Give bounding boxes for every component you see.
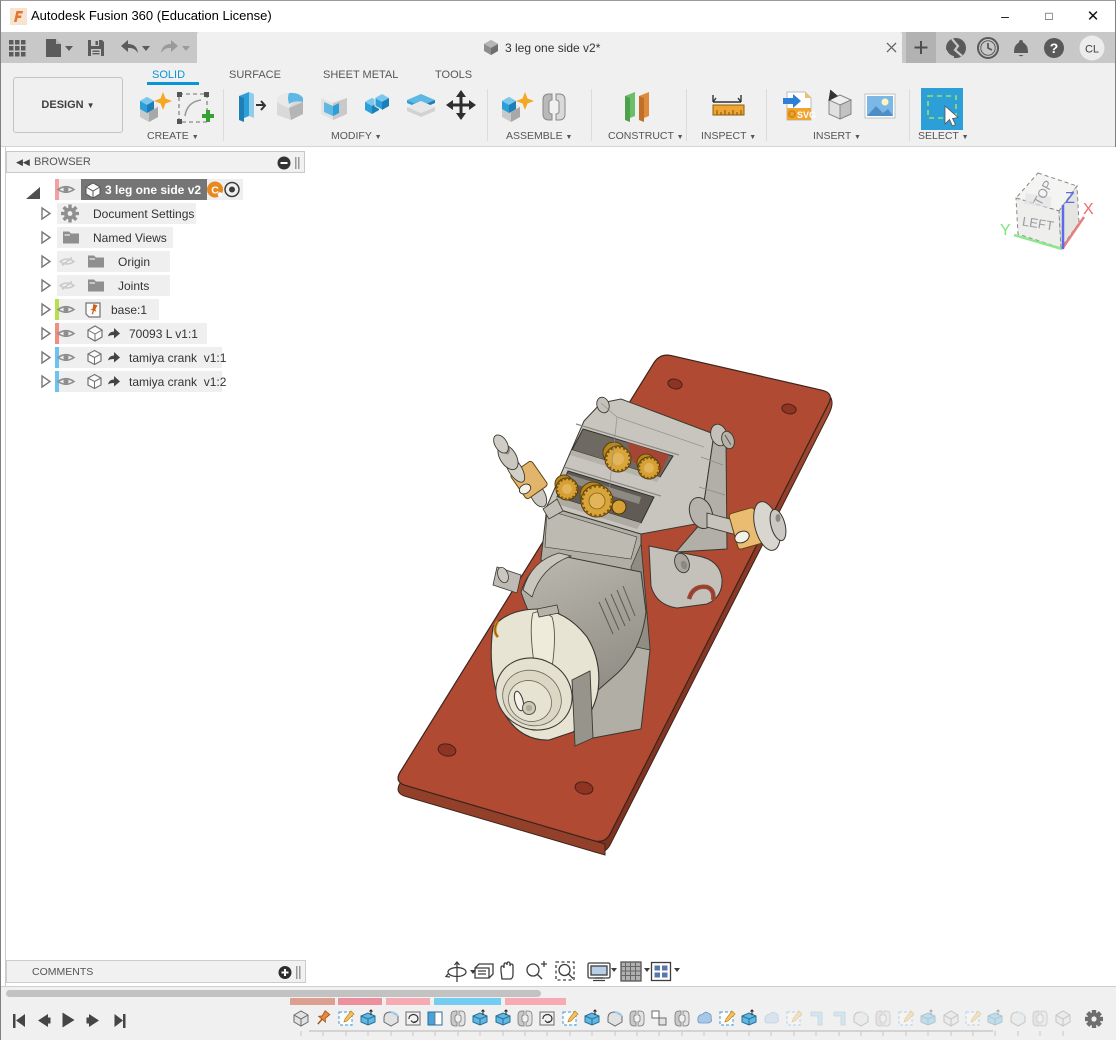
svg-text:CL: CL xyxy=(1085,44,1099,56)
svg-text:Y: Y xyxy=(1000,222,1011,239)
svg-text:3 leg one side v2*: 3 leg one side v2* xyxy=(505,41,601,55)
svg-text:X: X xyxy=(1083,201,1094,218)
svg-text:Z: Z xyxy=(1065,190,1075,207)
svg-text:?: ? xyxy=(1050,40,1059,56)
svg-text:SVG: SVG xyxy=(797,110,816,120)
